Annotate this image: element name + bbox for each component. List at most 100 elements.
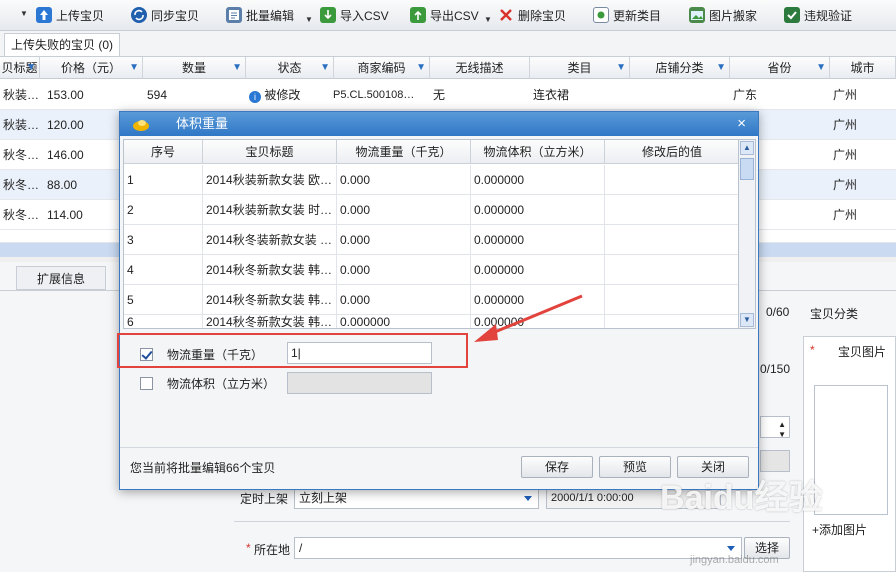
col-volume[interactable]: 物流体积（立方米） <box>471 140 605 164</box>
cell-city: 广州 <box>833 208 858 222</box>
col-shop-category[interactable]: 店铺分类 ▼ <box>630 57 730 79</box>
cell-title: 秋冬… <box>3 208 40 222</box>
col-category[interactable]: 类目 ▼ <box>530 57 630 79</box>
col-price-label: 价格（元） <box>60 61 121 75</box>
filter-icon[interactable]: ▼ <box>320 57 330 79</box>
import-csv-label: 导入CSV <box>340 8 389 23</box>
tab-upload-failed[interactable]: 上传失败的宝贝 (0) <box>4 33 121 56</box>
watermark-url: jingyan.baidu.com <box>690 554 779 566</box>
col-category-label: 类目 <box>567 61 592 75</box>
table-row[interactable]: 4 2014秋冬新款女装 韩… 0.000 0.000000 <box>124 255 738 285</box>
col-city[interactable]: 城市 <box>830 57 896 79</box>
col-wireless-label: 无线描述 <box>455 61 504 75</box>
filter-icon[interactable]: ▼ <box>716 57 726 79</box>
filter-icon[interactable]: ▼ <box>26 57 36 79</box>
close-icon[interactable]: × <box>737 112 746 136</box>
dialog-scrollbar[interactable]: ▲ ▼ <box>739 139 756 329</box>
stepper[interactable]: ▲ ▼ <box>760 416 790 439</box>
image-drop-area[interactable] <box>814 385 888 515</box>
filter-icon[interactable]: ▼ <box>616 57 626 79</box>
stepper-down-icon[interactable]: ▼ <box>778 425 786 445</box>
import-csv-button[interactable]: 导入CSV <box>320 5 389 25</box>
filter-icon[interactable]: ▼ <box>816 57 826 79</box>
cell-volume: 0.000000 <box>471 255 605 285</box>
tab-extended-info[interactable]: 扩展信息 <box>16 266 106 290</box>
cell-no: 4 <box>124 255 203 285</box>
cell-weight: 0.000 <box>337 195 471 225</box>
upload-button[interactable]: 上传宝贝 <box>36 5 104 25</box>
location-select[interactable]: / <box>294 537 742 559</box>
col-wireless[interactable]: 无线描述 <box>430 57 530 79</box>
cell-new-value <box>605 255 738 285</box>
export-dropdown-icon[interactable]: ▼ <box>484 15 492 24</box>
export-csv-button[interactable]: 导出CSV <box>410 5 479 25</box>
cell-weight: 0.000 <box>337 165 471 195</box>
table-row[interactable]: 秋装… 153.00 594 i 被修改 P5.CL.500108… 无 连衣裙… <box>0 80 896 110</box>
col-no[interactable]: 序号 <box>124 140 203 164</box>
plus-icon: + <box>812 523 820 537</box>
col-status-label: 状态 <box>277 61 302 75</box>
scroll-down-icon[interactable]: ▼ <box>740 313 754 327</box>
col-title[interactable]: 贝标题 ▼ <box>0 57 40 79</box>
dialog-title-bar[interactable]: 体积重量 × <box>120 112 758 136</box>
move-images-button[interactable]: 图片搬家 <box>689 5 757 25</box>
col-title[interactable]: 宝贝标题 <box>203 140 337 164</box>
cell-category: 连衣裙 <box>533 88 570 102</box>
col-city-label: 城市 <box>850 61 875 75</box>
cell-new-value <box>605 285 738 315</box>
filter-icon[interactable]: ▼ <box>232 57 242 79</box>
sync-icon <box>131 7 147 23</box>
batch-count-text: 您当前将批量编辑66个宝贝 <box>130 461 276 475</box>
dialog-table: 序号 宝贝标题 物流重量（千克） 物流体积（立方米） 修改后的值 1 2014秋… <box>123 139 739 329</box>
cell-weight: 0.000 <box>337 225 471 255</box>
cell-city: 广州 <box>833 88 858 102</box>
update-category-label: 更新类目 <box>613 8 662 23</box>
cell-city: 广州 <box>833 178 858 192</box>
upload-icon <box>36 7 52 23</box>
batch-edit-button[interactable]: 批量编辑 <box>226 5 294 25</box>
cell-title: 2014秋冬装新款女装 … <box>203 225 337 255</box>
col-qty[interactable]: 数量 ▼ <box>143 57 246 79</box>
required-star: * <box>246 541 251 555</box>
update-category-button[interactable]: 更新类目 <box>593 5 661 25</box>
col-province[interactable]: 省份 ▼ <box>730 57 830 79</box>
batch-edit-dropdown-icon[interactable]: ▼ <box>305 15 313 24</box>
col-weight[interactable]: 物流重量（千克） <box>337 140 471 164</box>
table-row[interactable]: 2 2014秋装新款女装 时… 0.000 0.000000 <box>124 195 738 225</box>
cell-qty: 594 <box>147 88 168 102</box>
baobei-images-label: 宝贝图片 <box>838 345 887 359</box>
scroll-up-icon[interactable]: ▲ <box>740 141 754 155</box>
dialog-title: 体积重量 <box>176 116 229 131</box>
col-code[interactable]: 商家编码 ▼ <box>334 57 430 79</box>
toolbar-menu-arrow-icon[interactable]: ▼ <box>20 9 28 18</box>
chevron-down-icon <box>524 496 532 501</box>
cell-status: i 被修改 <box>246 80 334 110</box>
sync-button[interactable]: 同步宝贝 <box>131 5 199 25</box>
import-icon <box>320 7 336 23</box>
grid-header: 贝标题 ▼ 价格（元） ▼ 数量 ▼ 状态 ▼ 商家编码 ▼ 无线描述 类目 ▼ 店铺分类 ▼… <box>0 57 896 79</box>
filter-icon[interactable]: ▼ <box>129 57 139 79</box>
scroll-thumb[interactable] <box>740 158 754 180</box>
image-panel: * 宝贝图片 +添加图片 <box>803 336 896 572</box>
table-row[interactable]: 1 2014秋装新款女装 欧… 0.000 0.000000 <box>124 165 738 195</box>
cell-city: 广州 <box>833 118 858 132</box>
table-row[interactable]: 3 2014秋冬装新款女装 … 0.000 0.000000 <box>124 225 738 255</box>
cell-title: 秋装… <box>3 118 40 132</box>
violation-check-button[interactable]: 违规验证 <box>784 5 852 25</box>
save-button[interactable]: 保存 <box>521 456 593 478</box>
toolbar: ▼ 上传宝贝 同步宝贝 批量编辑 ▼ 导入CSV 导出CSV ▼ 删除宝贝 更新… <box>0 0 896 31</box>
cell-wireless: 无 <box>433 88 446 102</box>
delete-button[interactable]: 删除宝贝 <box>498 5 566 25</box>
table-row[interactable]: 6 2014秋冬新款女装 韩… 0.000000 0.000000 <box>124 307 738 328</box>
filter-icon[interactable]: ▼ <box>416 57 426 79</box>
app-logo-icon <box>132 116 150 132</box>
col-price[interactable]: 价格（元） ▼ <box>40 57 143 79</box>
col-status[interactable]: 状态 ▼ <box>246 57 334 79</box>
col-new-value[interactable]: 修改后的值 <box>605 140 738 164</box>
cell-no: 6 <box>124 307 203 328</box>
add-image-button[interactable]: +添加图片 <box>812 521 867 538</box>
cell-title: 2014秋装新款女装 时… <box>203 195 337 225</box>
volume-checkbox[interactable] <box>140 376 153 390</box>
cell-weight: 0.000 <box>337 255 471 285</box>
schedule-select[interactable]: 立刻上架 <box>294 487 539 509</box>
